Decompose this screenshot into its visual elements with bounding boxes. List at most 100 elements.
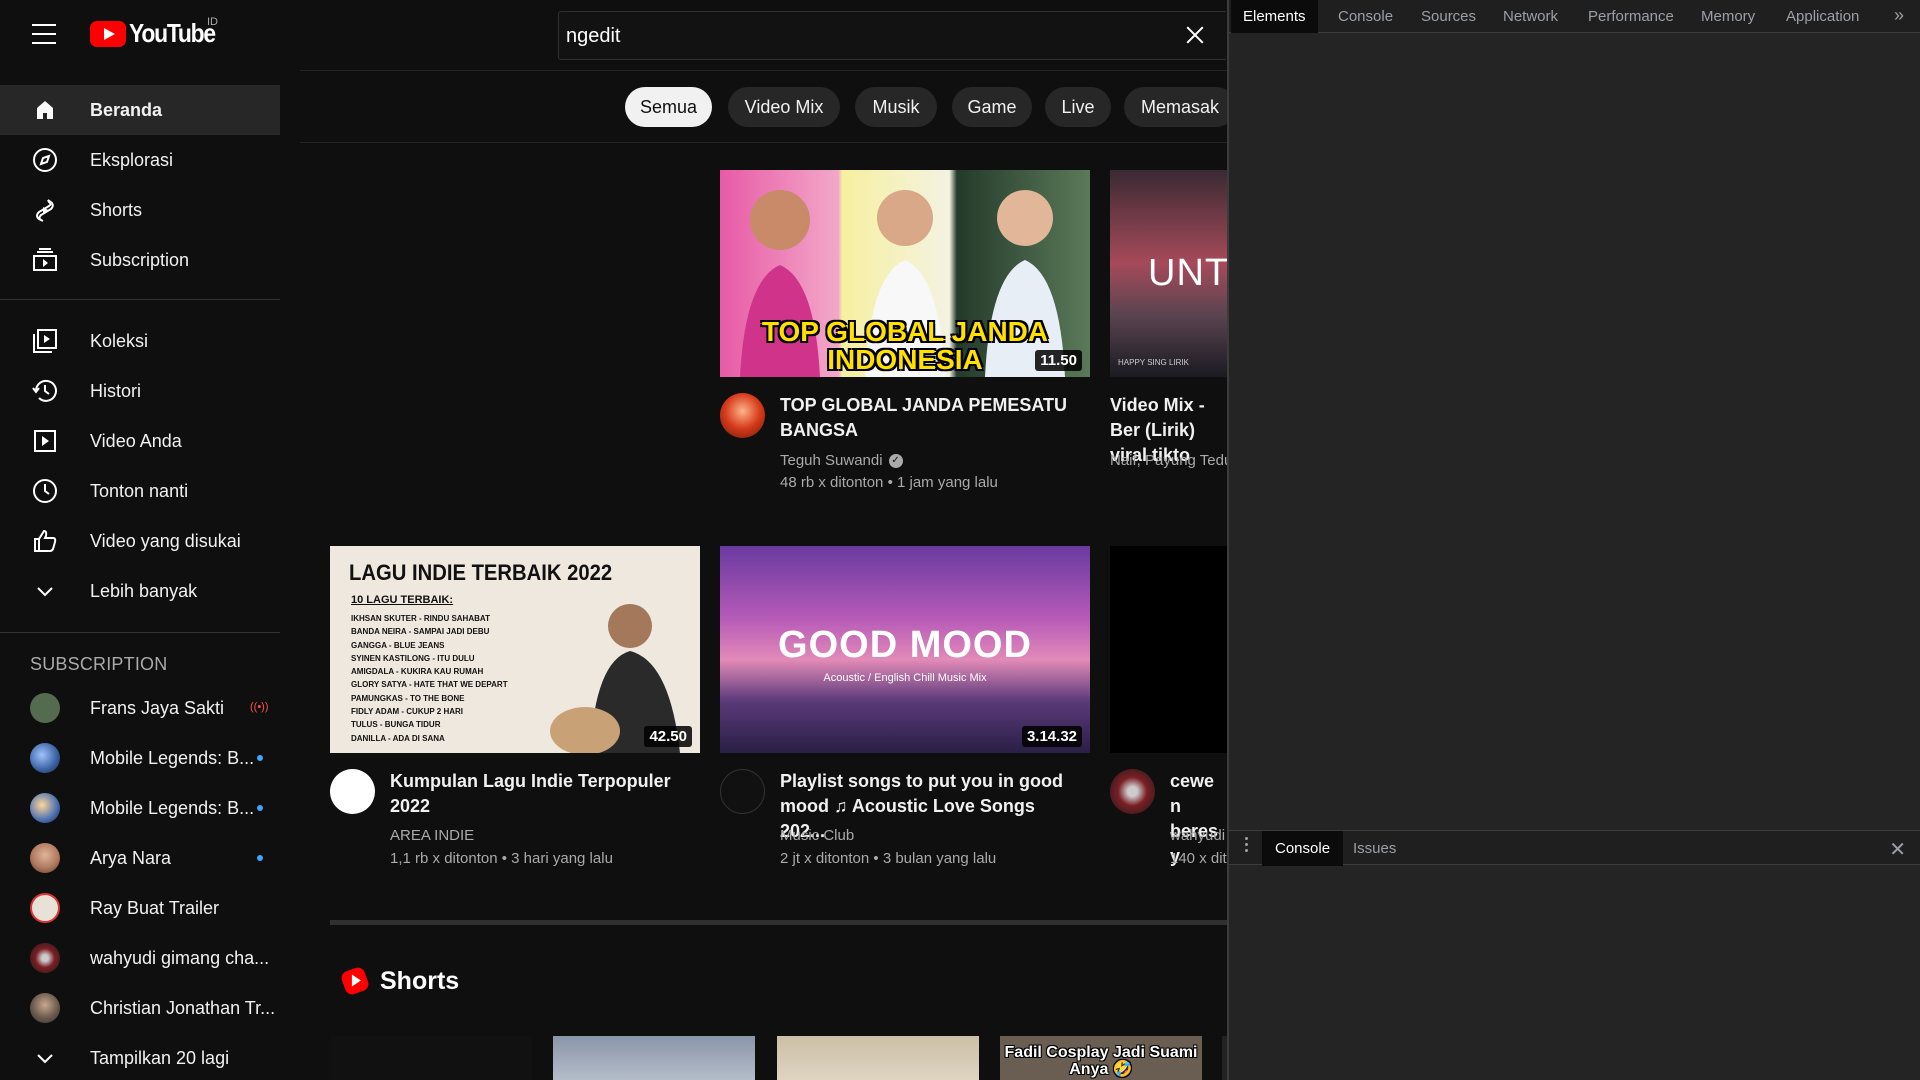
menu-icon[interactable] xyxy=(32,24,56,44)
avatar xyxy=(30,843,60,873)
chip-video-mix[interactable]: Video Mix xyxy=(728,87,840,127)
sidebar-item-label: Beranda xyxy=(90,99,163,120)
sidebar-divider xyxy=(0,632,280,633)
sidebar-item-label: Lebih banyak xyxy=(90,580,198,601)
masthead: YouTube ID ngedit xyxy=(0,0,1227,70)
search-input[interactable]: ngedit xyxy=(558,11,1226,60)
sidebar-item-eksplorasi[interactable]: Eksplorasi xyxy=(0,135,280,185)
subscription-item[interactable]: Frans Jaya Sakti ((•)) xyxy=(0,683,280,733)
avatar xyxy=(30,993,60,1023)
sidebar-item-label: Histori xyxy=(90,380,142,401)
subscription-item[interactable]: wahyudi gimang cha... xyxy=(0,933,280,983)
video-thumbnail[interactable]: LAGU INDIE TERBAIK 2022 10 LAGU TERBAIK:… xyxy=(330,546,700,753)
track-list-item: BANDA NEIRA - SAMPAI JADI DEBU xyxy=(351,627,490,637)
tab-memory[interactable]: Memory xyxy=(1689,0,1767,33)
drawer-tab-console[interactable]: Console xyxy=(1262,831,1344,866)
sidebar-item-video-anda[interactable]: Video Anda xyxy=(0,416,280,466)
channel-name[interactable]: Music Club xyxy=(780,825,854,847)
tab-network[interactable]: Network xyxy=(1491,0,1570,33)
sidebar-item-label: Eksplorasi xyxy=(90,149,174,170)
short-thumbnail[interactable] xyxy=(553,1036,755,1080)
chip-live[interactable]: Live xyxy=(1045,87,1111,127)
chip-musik[interactable]: Musik xyxy=(855,87,937,127)
chip-semua[interactable]: Semua xyxy=(625,87,712,127)
sidebar-item-video-disukai[interactable]: Video yang disukai xyxy=(0,516,280,566)
video-title[interactable]: Kumpulan Lagu Indie Terpopuler 2022 xyxy=(390,769,680,819)
subscription-name: Christian Jonathan Tr... xyxy=(90,997,276,1018)
channel-avatar[interactable] xyxy=(330,769,375,814)
home-icon xyxy=(30,95,60,125)
video-title[interactable]: TOP GLOBAL JANDA PEMESATU BANGSA xyxy=(780,393,1080,443)
channel-avatar[interactable] xyxy=(720,393,765,438)
shorts-icon xyxy=(30,195,60,225)
subscriptions-icon xyxy=(30,245,60,275)
upload-age: 3 bulan yang lalu xyxy=(882,850,997,867)
sidebar-item-histori[interactable]: Histori xyxy=(0,366,280,416)
short-thumbnail[interactable]: Fadil Cosplay Jadi Suami Anya 🤣 xyxy=(1000,1036,1202,1080)
devtools-drawer-tabbar: Console Issues ✕ xyxy=(1229,830,1920,866)
subscription-item[interactable]: Mobile Legends: B... xyxy=(0,783,280,833)
avatar xyxy=(30,893,60,923)
shorts-section-title: Shorts xyxy=(380,967,460,995)
new-content-dot xyxy=(257,755,263,761)
your-videos-icon xyxy=(30,426,60,456)
duration-badge: 42.50 xyxy=(644,726,692,747)
sidebar-item-tonton-nanti[interactable]: Tonton nanti xyxy=(0,466,280,516)
sidebar-item-shorts[interactable]: Shorts xyxy=(0,185,280,235)
channel-avatar[interactable] xyxy=(1110,769,1155,814)
track-list-item: FIDLY ADAM - CUKUP 2 HARI xyxy=(351,707,464,717)
sidebar-item-beranda[interactable]: Beranda xyxy=(0,85,280,135)
video-thumbnail[interactable]: TOP GLOBAL JANDA INDONESIA 11.50 xyxy=(720,170,1090,377)
thumbnail-text: UNTU xyxy=(1148,252,1227,294)
new-content-dot xyxy=(257,805,263,811)
chip-memasak[interactable]: Memasak xyxy=(1124,87,1227,127)
thumbnail-track-list: IKHSAN SKUTER - RINDU SAHABAT BANDA NEIRA… xyxy=(351,612,508,745)
country-code: ID xyxy=(207,16,218,28)
channel-name[interactable]: wahyudi xyxy=(1170,825,1227,847)
short-caption: Fadil Cosplay Jadi Suami Anya 🤣 xyxy=(1004,1044,1198,1078)
sidebar-item-koleksi[interactable]: Koleksi xyxy=(0,316,280,366)
video-thumbnail[interactable]: UNTU HAPPY SING LIRIK xyxy=(1110,170,1227,377)
subscription-item[interactable]: Christian Jonathan Tr... xyxy=(0,983,280,1033)
sidebar-item-label: Video Anda xyxy=(90,430,182,451)
channel-name[interactable]: Naif, Payung Tedu xyxy=(1110,450,1227,472)
channel-avatar[interactable] xyxy=(720,769,765,814)
channel-name[interactable]: AREA INDIE xyxy=(390,825,474,847)
sidebar-item-label: Tonton nanti xyxy=(90,480,189,501)
track-list-item: GANGGA - BLUE JEANS xyxy=(351,640,445,650)
avatar xyxy=(30,743,60,773)
avatar xyxy=(30,943,60,973)
subscription-item[interactable]: Ray Buat Trailer xyxy=(0,883,280,933)
close-drawer-icon[interactable]: ✕ xyxy=(1889,837,1906,862)
clear-search-icon[interactable] xyxy=(1184,24,1206,46)
subscription-item[interactable]: Mobile Legends: B... xyxy=(0,733,280,783)
show-more-subscriptions[interactable]: Tampilkan 20 lagi xyxy=(0,1033,280,1080)
sidebar-item-label: Video yang disukai xyxy=(90,530,241,551)
avatar xyxy=(30,793,60,823)
tab-console[interactable]: Console xyxy=(1326,0,1405,33)
sidebar-item-subscription[interactable]: Subscription xyxy=(0,235,280,285)
channel-name[interactable]: Teguh Suwandi ✓ xyxy=(780,450,903,472)
subscription-item[interactable]: Arya Nara xyxy=(0,833,280,883)
view-count: 140 x dit xyxy=(1170,850,1227,867)
tab-performance[interactable]: Performance xyxy=(1576,0,1686,33)
video-thumbnail[interactable] xyxy=(1110,546,1227,753)
channel-label: Teguh Suwandi xyxy=(780,452,883,469)
tab-elements[interactable]: Elements xyxy=(1231,0,1318,33)
tab-application[interactable]: Application xyxy=(1774,0,1871,33)
chip-game[interactable]: Game xyxy=(952,87,1032,127)
upload-age: 3 hari yang lalu xyxy=(511,850,613,867)
short-thumbnail[interactable] xyxy=(777,1036,979,1080)
track-list-item: PAMUNGKAS - TO THE BONE xyxy=(351,693,465,703)
search-query[interactable]: ngedit xyxy=(566,25,621,48)
view-count: 2 jt x ditonton xyxy=(780,850,870,867)
logo-text: YouTube xyxy=(129,18,216,48)
video-thumbnail[interactable]: GOOD MOOD Acoustic / English Chill Music… xyxy=(720,546,1090,753)
short-thumbnail[interactable] xyxy=(330,1036,532,1080)
verified-icon: ✓ xyxy=(888,454,903,469)
tab-sources[interactable]: Sources xyxy=(1409,0,1488,33)
drawer-menu-icon[interactable] xyxy=(1245,837,1249,855)
sidebar-item-lebih-banyak[interactable]: Lebih banyak xyxy=(0,566,280,616)
drawer-tab-issues[interactable]: Issues xyxy=(1340,831,1409,866)
more-tabs-icon[interactable]: » xyxy=(1894,5,1904,26)
